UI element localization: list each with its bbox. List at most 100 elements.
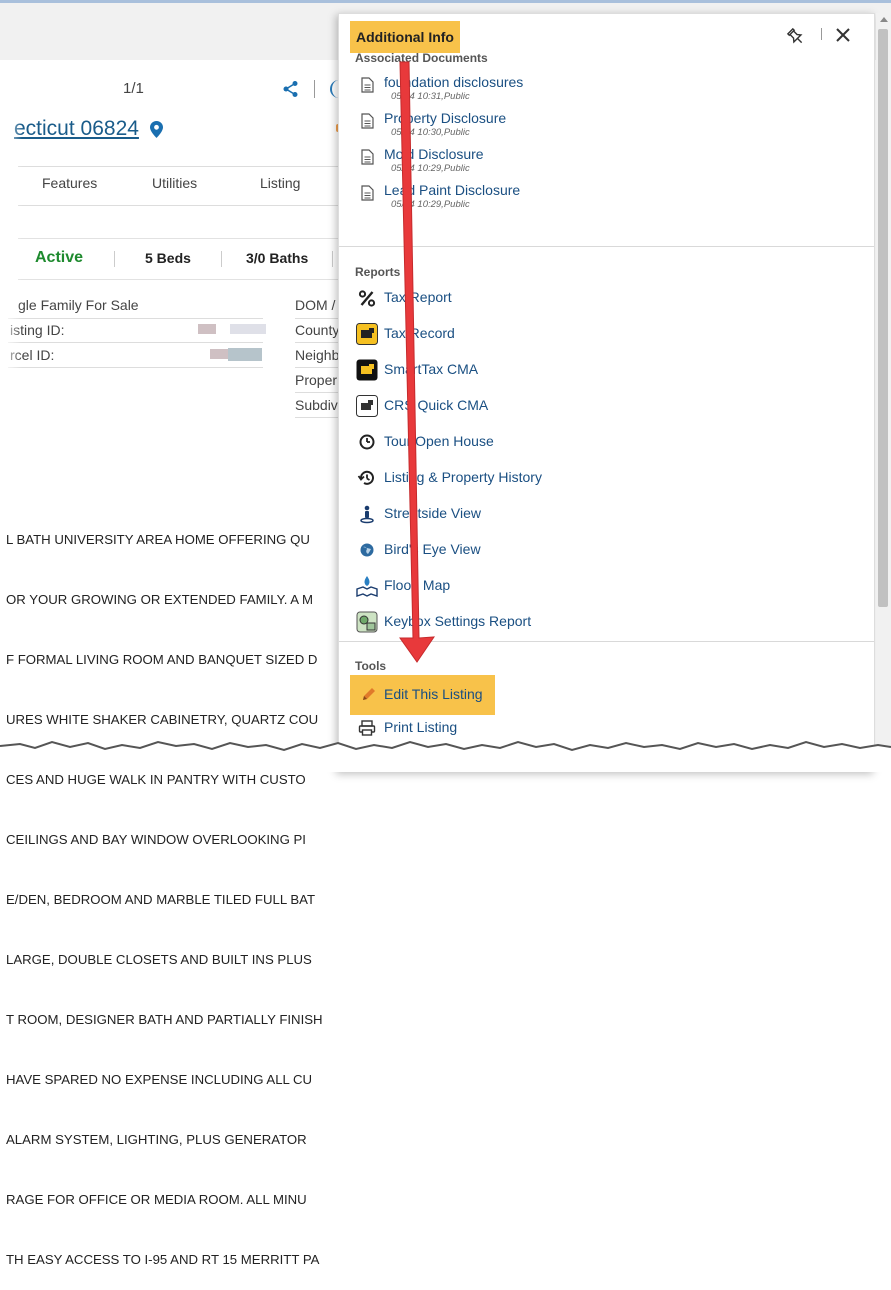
report-label[interactable]: CRS Quick CMA: [384, 397, 488, 413]
percent-icon: [358, 290, 376, 307]
panel-title: Additional Info: [350, 21, 460, 53]
description-line: OR YOUR GROWING OR EXTENDED FAMILY. A M: [6, 592, 314, 607]
row-divider: [8, 342, 263, 343]
document-icon: [361, 77, 374, 93]
document-link[interactable]: foundation disclosures: [384, 74, 523, 90]
smarttax-icon: [356, 359, 378, 381]
listing-description: L BATH UNIVERSITY AREA HOME OFFERING QU …: [6, 490, 340, 1290]
report-label[interactable]: Streetside View: [384, 505, 481, 521]
printer-icon: [358, 720, 376, 736]
redacted-value: [210, 349, 228, 359]
pin-icon[interactable]: [786, 27, 806, 47]
report-label[interactable]: Flood Map: [384, 577, 450, 593]
document-link[interactable]: Property Disclosure: [384, 110, 506, 126]
section-associated-documents: Associated Documents: [355, 51, 488, 65]
document-meta: 05/24 10:31,Public: [391, 91, 470, 102]
stat-divider: [332, 251, 333, 267]
torn-edge-fade: [0, 60, 22, 480]
stat-divider: [114, 251, 115, 267]
document-meta: 05/24 10:29,Public: [391, 199, 470, 210]
redacted-value: [230, 324, 266, 334]
neighborhood-label: Neighb: [295, 347, 340, 363]
subdivision-label: Subdiv: [295, 397, 338, 413]
document-link[interactable]: Mold Disclosure: [384, 146, 484, 162]
row-divider: [295, 417, 340, 418]
section-reports: Reports: [355, 265, 401, 279]
globe-icon: [360, 543, 374, 557]
history-icon: [357, 470, 374, 485]
section-divider: [339, 641, 874, 642]
report-tax-report[interactable]: Tax Report: [356, 287, 874, 313]
report-label[interactable]: Bird's Eye View: [384, 541, 481, 557]
document-link[interactable]: Lead Paint Disclosure: [384, 182, 520, 198]
description-line: T ROOM, DESIGNER BATH AND PARTIALLY FINI…: [6, 1012, 323, 1027]
report-tax-record[interactable]: Tax Record: [356, 323, 874, 349]
stat-divider: [221, 251, 222, 267]
pencil-icon: [363, 688, 375, 700]
close-icon[interactable]: [834, 26, 852, 44]
torn-edge: [0, 740, 891, 772]
additional-info-panel: Additional Info Associated Documents fou…: [338, 13, 875, 772]
description-line: LARGE, DOUBLE CLOSETS AND BUILT INS PLUS: [6, 952, 312, 967]
description-line: RAGE FOR OFFICE OR MEDIA ROOM. ALL MINU: [6, 1192, 307, 1207]
panel-scrollbar[interactable]: [876, 13, 891, 772]
report-smarttax-cma[interactable]: SmartTax CMA: [356, 359, 874, 385]
page-count: 1/1: [123, 80, 144, 97]
report-tour-open-house[interactable]: Tour Open House: [356, 431, 874, 457]
clock-icon: [359, 434, 375, 450]
county-label: County: [295, 322, 340, 338]
report-label[interactable]: Tax Record: [384, 325, 455, 341]
document-icon: [361, 185, 374, 201]
baths-count: 3/0 Baths: [246, 250, 309, 266]
report-label[interactable]: Tour Open House: [384, 433, 494, 449]
map-pin-icon[interactable]: [150, 121, 163, 138]
row-divider: [295, 318, 340, 319]
crs-icon: [356, 395, 378, 417]
report-streetside-view[interactable]: Streetside View: [356, 503, 874, 529]
document-icon: [361, 113, 374, 129]
toolbar-divider: [314, 80, 315, 98]
redacted-value: [198, 324, 216, 334]
listing-tabs: Features Utilities Listing: [18, 166, 338, 206]
report-label[interactable]: SmartTax CMA: [384, 361, 478, 377]
tax-record-icon: [356, 323, 378, 345]
report-flood-map[interactable]: Flood Map: [356, 575, 874, 601]
report-crs-quick-cma[interactable]: CRS Quick CMA: [356, 395, 874, 421]
keybox-icon: [356, 611, 378, 633]
redacted-value: [228, 348, 262, 361]
description-line: F FORMAL LIVING ROOM AND BANQUET SIZED D: [6, 652, 318, 667]
row-divider: [295, 367, 340, 368]
tab-utilities[interactable]: Utilities: [152, 175, 197, 191]
description-line: L BATH UNIVERSITY AREA HOME OFFERING QU: [6, 532, 310, 547]
header-divider: [821, 28, 822, 40]
listing-stats: Active 5 Beds 3/0 Baths: [18, 238, 338, 280]
tab-listing[interactable]: Listing: [260, 175, 300, 191]
tab-features[interactable]: Features: [42, 175, 97, 191]
report-listing-property-history[interactable]: Listing & Property History: [356, 467, 874, 493]
person-icon: [360, 505, 374, 524]
description-line: HAVE SPARED NO EXPENSE INCLUDING ALL CU: [6, 1072, 313, 1087]
scroll-up-icon[interactable]: [880, 17, 888, 22]
description-line: CES AND HUGE WALK IN PANTRY WITH CUSTO: [6, 772, 306, 787]
share-icon[interactable]: [282, 80, 300, 98]
tool-label[interactable]: Print Listing: [384, 719, 457, 735]
report-birds-eye-view[interactable]: Bird's Eye View: [356, 539, 874, 565]
report-label[interactable]: Listing & Property History: [384, 469, 542, 485]
section-divider: [339, 246, 874, 247]
description-line: TH EASY ACCESS TO I-95 AND RT 15 MERRITT…: [6, 1252, 320, 1267]
scroll-thumb[interactable]: [878, 29, 888, 607]
edit-listing-highlight[interactable]: Edit This Listing: [350, 675, 495, 715]
description-line: E/DEN, BEDROOM AND MARBLE TILED FULL BAT: [6, 892, 315, 907]
tool-label[interactable]: Edit This Listing: [384, 686, 483, 702]
report-label[interactable]: Keybox Settings Report: [384, 613, 531, 629]
description-line: CEILINGS AND BAY WINDOW OVERLOOKING PI: [6, 832, 306, 847]
beds-count: 5 Beds: [145, 250, 191, 266]
document-icon: [361, 149, 374, 165]
description-line: ALARM SYSTEM, LIGHTING, PLUS GENERATOR: [6, 1132, 307, 1147]
section-tools: Tools: [355, 659, 387, 673]
report-keybox-settings[interactable]: Keybox Settings Report: [356, 611, 874, 637]
row-divider: [8, 367, 263, 368]
report-label[interactable]: Tax Report: [384, 289, 452, 305]
listing-address-link[interactable]: ecticut 06824: [14, 117, 139, 141]
property-label: Proper: [295, 372, 338, 388]
